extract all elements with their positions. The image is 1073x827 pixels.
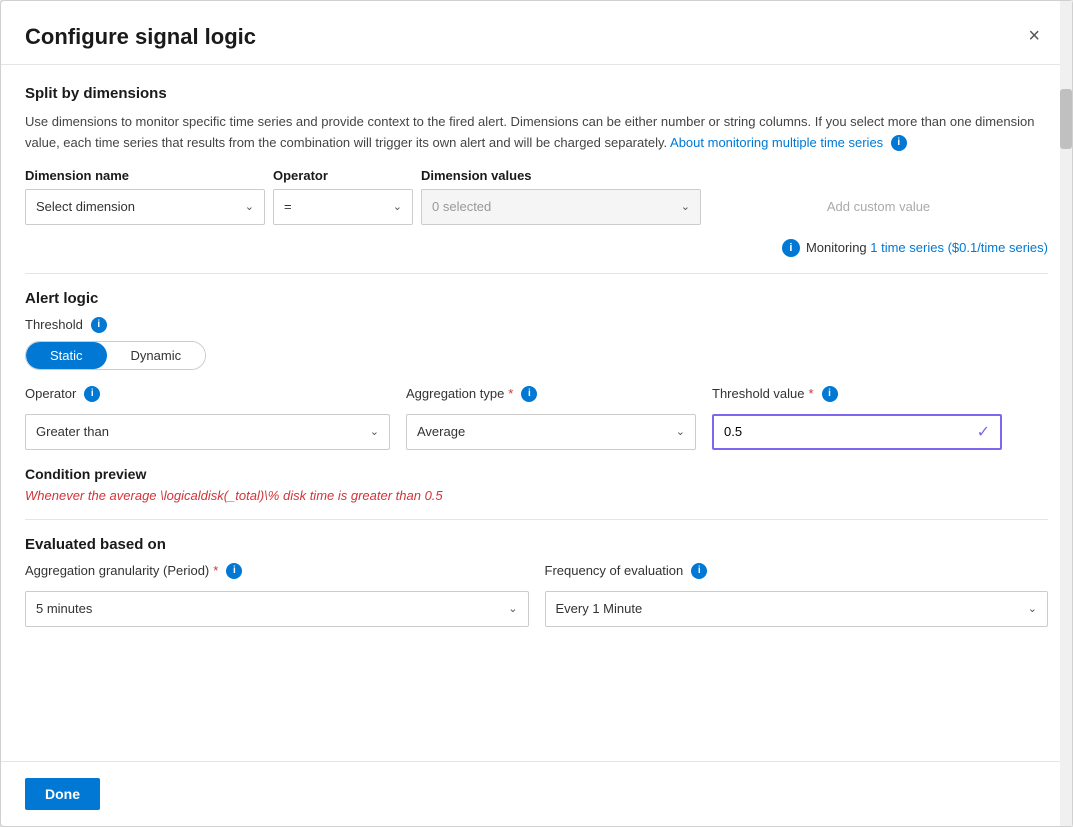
evaluated-based-on-section: Evaluated based on Aggregation granulari… — [25, 536, 1048, 627]
aggregation-type-group: Aggregation type * i Average ⌄ — [406, 386, 696, 450]
split-by-dimensions-section: Split by dimensions Use dimensions to mo… — [25, 85, 1048, 257]
modal-body: Split by dimensions Use dimensions to mo… — [1, 65, 1072, 761]
threshold-value-label: Threshold value * i — [712, 386, 1002, 402]
about-monitoring-link[interactable]: About monitoring multiple time series — [670, 135, 883, 150]
frequency-dropdown[interactable]: Every 1 Minute ⌄ — [545, 591, 1049, 627]
granularity-info-icon[interactable]: i — [226, 563, 242, 579]
threshold-required-star: * — [809, 386, 814, 401]
operator-select-dropdown[interactable]: Greater than ⌄ — [25, 414, 390, 450]
modal-container: Configure signal logic × Split by dimens… — [0, 0, 1073, 827]
operator-dropdown[interactable]: = ⌄ — [273, 189, 413, 225]
monitoring-text: Monitoring 1 time series ($0.1/time seri… — [806, 240, 1048, 255]
dimensions-info-text: Use dimensions to monitor specific time … — [25, 112, 1048, 154]
about-monitoring-info-icon[interactable]: i — [891, 135, 907, 151]
dimension-row: Select dimension ⌄ = ⌄ 0 selected ⌄ Add … — [25, 189, 1048, 225]
split-by-dimensions-title: Split by dimensions — [25, 85, 1048, 102]
threshold-value-input[interactable] — [724, 424, 973, 439]
monitoring-link[interactable]: 1 time series ($0.1/time series) — [870, 240, 1048, 255]
modal-title: Configure signal logic — [25, 24, 256, 50]
threshold-toggle-group: Static Dynamic — [25, 341, 206, 370]
dimension-name-header: Dimension name — [25, 168, 265, 183]
operator-group: Operator i Greater than ⌄ — [25, 386, 390, 450]
dimension-headers: Dimension name Operator Dimension values — [25, 168, 1048, 183]
condition-preview-text: Whenever the average \logicaldisk(_total… — [25, 488, 1048, 503]
aggregation-type-value: Average — [417, 424, 465, 439]
aggregation-granularity-dropdown[interactable]: 5 minutes ⌄ — [25, 591, 529, 627]
aggregation-granularity-label: Aggregation granularity (Period) * i — [25, 563, 529, 579]
period-row: Aggregation granularity (Period) * i 5 m… — [25, 563, 1048, 627]
frequency-evaluation-group: Frequency of evaluation i Every 1 Minute… — [545, 563, 1049, 627]
add-custom-value-button[interactable]: Add custom value — [709, 193, 1048, 220]
threshold-value-input-container: ✓ — [712, 414, 1002, 450]
granularity-required-star: * — [213, 563, 218, 578]
condition-preview-title: Condition preview — [25, 466, 1048, 482]
threshold-value-info-icon[interactable]: i — [822, 386, 838, 402]
close-button[interactable]: × — [1020, 21, 1048, 52]
aggregation-granularity-value: 5 minutes — [36, 601, 92, 616]
operator-select-value: Greater than — [36, 424, 109, 439]
dimension-table: Dimension name Operator Dimension values… — [25, 168, 1048, 225]
condition-preview-section: Condition preview Whenever the average \… — [25, 466, 1048, 503]
dynamic-toggle-button[interactable]: Dynamic — [107, 342, 206, 369]
divider-2 — [25, 519, 1048, 520]
modal-header: Configure signal logic × — [1, 1, 1072, 65]
alert-logic-form-row: Operator i Greater than ⌄ Aggregation ty… — [25, 386, 1048, 450]
static-toggle-button[interactable]: Static — [26, 342, 107, 369]
select-dimension-value: Select dimension — [36, 199, 135, 214]
operator-header: Operator — [273, 168, 413, 183]
scrollbar-track — [1060, 1, 1072, 826]
select-dimension-dropdown[interactable]: Select dimension ⌄ — [25, 189, 265, 225]
dimension-values-dropdown[interactable]: 0 selected ⌄ — [421, 189, 701, 225]
aggregation-type-label: Aggregation type * i — [406, 386, 696, 402]
aggregation-granularity-group: Aggregation granularity (Period) * i 5 m… — [25, 563, 529, 627]
threshold-checkmark-icon: ✓ — [977, 422, 990, 442]
dimension-values-placeholder: 0 selected — [432, 199, 491, 214]
modal-footer: Done — [1, 761, 1072, 826]
dimension-values-header: Dimension values — [421, 168, 701, 183]
frequency-label: Frequency of evaluation i — [545, 563, 1049, 579]
select-dimension-chevron-icon: ⌄ — [245, 200, 254, 213]
monitoring-info: i Monitoring 1 time series ($0.1/time se… — [25, 239, 1048, 257]
aggregation-required-star: * — [508, 386, 513, 401]
alert-logic-section: Alert logic Threshold i Static Dynamic O… — [25, 290, 1048, 503]
threshold-label: Threshold i — [25, 317, 1048, 333]
aggregation-type-chevron-icon: ⌄ — [676, 425, 685, 438]
alert-logic-title: Alert logic — [25, 290, 1048, 307]
frequency-chevron-icon: ⌄ — [1028, 602, 1037, 615]
operator-value: = — [284, 199, 292, 214]
threshold-value-group: Threshold value * i ✓ — [712, 386, 1002, 450]
monitoring-info-icon: i — [782, 239, 800, 257]
aggregation-type-info-icon[interactable]: i — [521, 386, 537, 402]
operator-select-chevron-icon: ⌄ — [370, 425, 379, 438]
operator-info-icon[interactable]: i — [84, 386, 100, 402]
divider-1 — [25, 273, 1048, 274]
done-button[interactable]: Done — [25, 778, 100, 810]
evaluated-based-on-title: Evaluated based on — [25, 536, 1048, 553]
operator-chevron-icon: ⌄ — [393, 200, 402, 213]
threshold-info-icon[interactable]: i — [91, 317, 107, 333]
granularity-chevron-icon: ⌄ — [508, 602, 517, 615]
dimension-values-chevron-icon: ⌄ — [681, 200, 690, 213]
aggregation-type-dropdown[interactable]: Average ⌄ — [406, 414, 696, 450]
scrollbar-thumb[interactable] — [1060, 89, 1072, 149]
frequency-info-icon[interactable]: i — [691, 563, 707, 579]
frequency-value: Every 1 Minute — [556, 601, 643, 616]
operator-field-label: Operator i — [25, 386, 390, 402]
